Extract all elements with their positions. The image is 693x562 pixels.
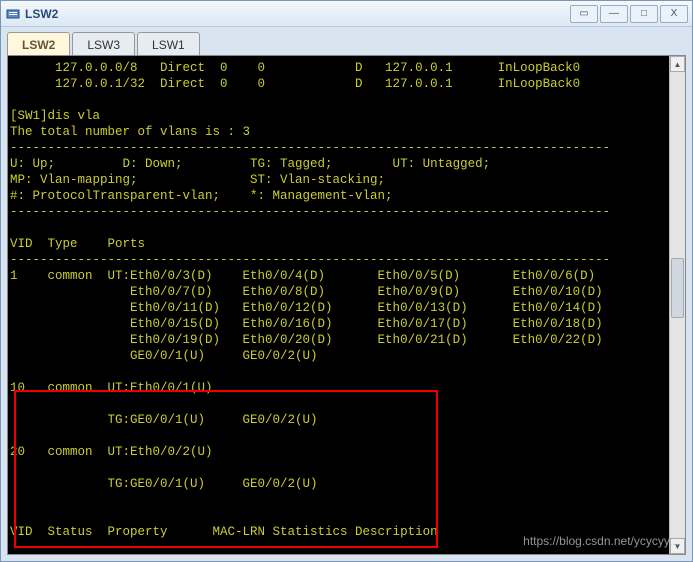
scroll-thumb[interactable]	[671, 258, 684, 318]
app-window: LSW2 ▭ — □ X LSW2 LSW3 LSW1 127.0.0.0/8 …	[0, 0, 693, 562]
watermark: https://blog.csdn.net/ycycyy...	[523, 534, 679, 548]
minimize-button[interactable]: —	[600, 5, 628, 23]
scrollbar[interactable]: ▲ ▼	[669, 56, 685, 554]
terminal-output: 127.0.0.0/8 Direct 0 0 D 127.0.0.1 InLoo…	[8, 56, 685, 544]
maximize-button[interactable]: □	[630, 5, 658, 23]
scroll-track[interactable]	[670, 72, 685, 538]
tab-lsw3[interactable]: LSW3	[72, 32, 135, 56]
tab-lsw2[interactable]: LSW2	[7, 32, 70, 56]
terminal-pane[interactable]: 127.0.0.0/8 Direct 0 0 D 127.0.0.1 InLoo…	[7, 55, 686, 555]
app-icon	[5, 6, 21, 22]
scroll-up-icon[interactable]: ▲	[670, 56, 685, 72]
close-button[interactable]: X	[660, 5, 688, 23]
collapse-button[interactable]: ▭	[570, 5, 598, 23]
window-buttons: ▭ — □ X	[568, 5, 688, 23]
tab-lsw1[interactable]: LSW1	[137, 32, 200, 56]
titlebar: LSW2 ▭ — □ X	[1, 1, 692, 27]
tabbar: LSW2 LSW3 LSW1	[1, 27, 692, 55]
window-title: LSW2	[25, 7, 568, 21]
